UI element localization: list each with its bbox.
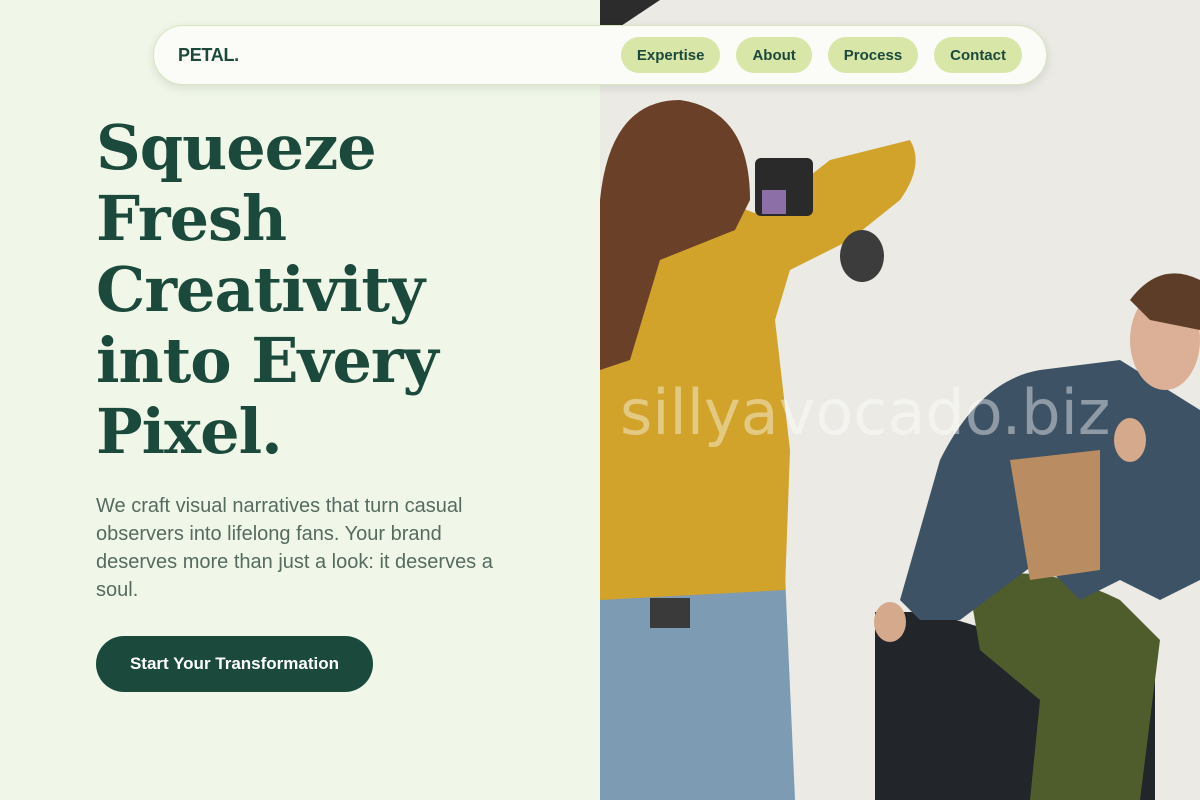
- hero-subtext: We craft visual narratives that turn cas…: [96, 495, 493, 601]
- nav-expertise[interactable]: Expertise: [620, 37, 721, 73]
- hero-left-panel: Squeeze Fresh Creativity into Every Pixe…: [0, 0, 600, 800]
- headline-line: Squeeze: [96, 111, 377, 184]
- nav-links: Expertise About Process Contact: [620, 37, 1022, 73]
- watermark-text: sillyavocado.biz: [620, 376, 1111, 449]
- nav-about[interactable]: About: [736, 37, 812, 73]
- headline-line: into Every: [96, 324, 439, 397]
- headline-line: Pixel.: [96, 395, 283, 468]
- nav-contact[interactable]: Contact: [934, 37, 1022, 73]
- nav-process[interactable]: Process: [827, 37, 919, 73]
- brand-logo[interactable]: PETAL.: [178, 45, 239, 66]
- headline-line: Fresh: [96, 182, 287, 255]
- top-navbar: PETAL. Expertise About Process Contact: [153, 25, 1047, 85]
- hero-headline: Squeeze Fresh Creativity into Every Pixe…: [96, 112, 566, 467]
- start-transformation-button[interactable]: Start Your Transformation: [96, 636, 373, 692]
- headline-line: Creativity: [96, 253, 425, 326]
